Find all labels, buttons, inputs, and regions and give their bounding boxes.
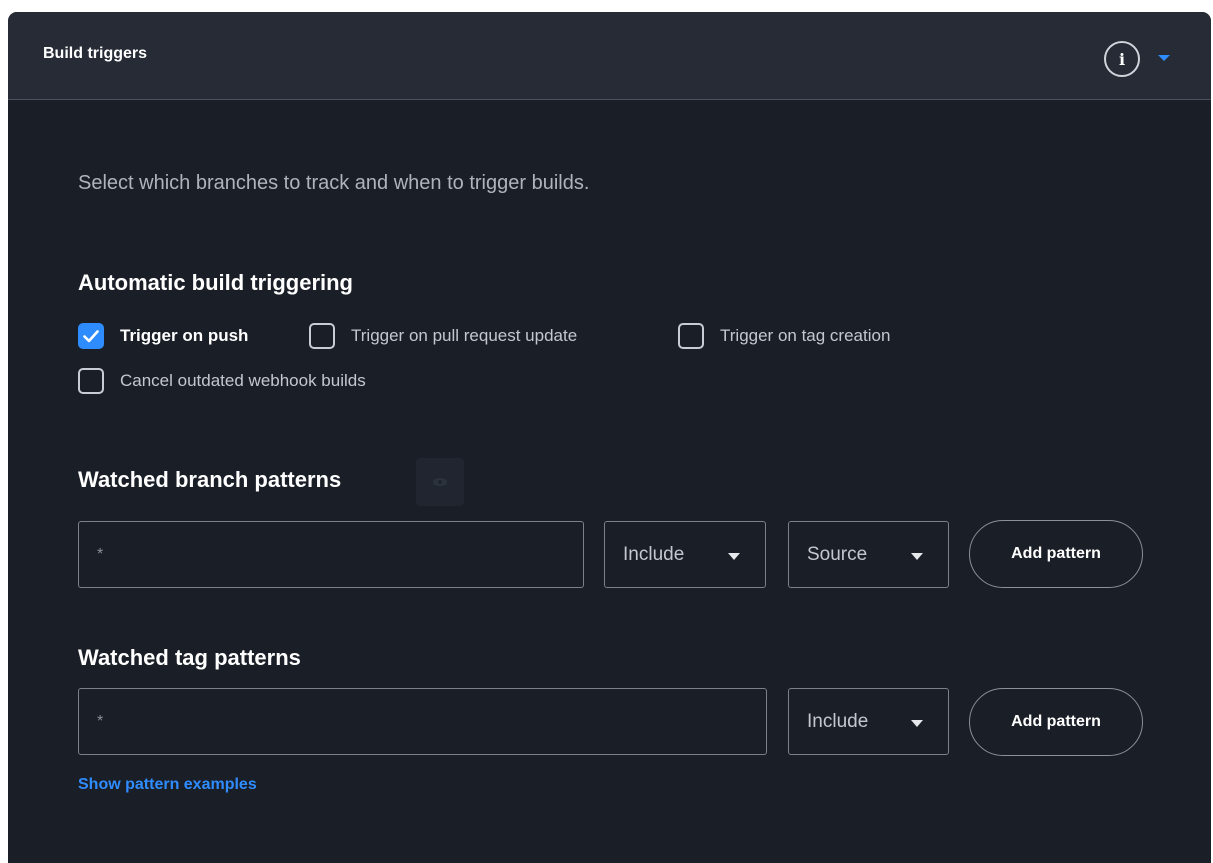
checkbox-checked-icon[interactable] — [78, 323, 104, 349]
select-value: Include — [807, 710, 869, 732]
caret-down-icon — [728, 553, 740, 560]
build-triggers-panel: Build triggers i Select which branches t… — [8, 12, 1211, 863]
select-value: Include — [623, 543, 685, 565]
intro-text: Select which branches to track and when … — [78, 172, 590, 194]
trigger-on-tag-creation-checkbox[interactable]: Trigger on tag creation — [678, 323, 890, 349]
eye-icon[interactable] — [416, 458, 464, 506]
trigger-on-pull-request-checkbox[interactable]: Trigger on pull request update — [309, 323, 577, 349]
chevron-down-icon[interactable] — [1158, 55, 1170, 61]
checkbox-empty-icon[interactable] — [78, 368, 104, 394]
tag-include-select[interactable]: Include — [788, 688, 949, 755]
branch-source-select[interactable]: Source — [788, 521, 949, 588]
checkbox-label: Trigger on tag creation — [720, 326, 891, 345]
show-pattern-examples-link[interactable]: Show pattern examples — [78, 776, 257, 794]
checkbox-label: Trigger on pull request update — [351, 326, 578, 345]
panel-title: Build triggers — [43, 45, 148, 62]
caret-down-icon — [911, 720, 923, 727]
branch-pattern-input[interactable] — [78, 521, 584, 588]
tag-pattern-input[interactable] — [78, 688, 767, 755]
tag-patterns-title: Watched tag patterns — [78, 645, 301, 670]
branch-include-select[interactable]: Include — [604, 521, 766, 588]
info-icon[interactable]: i — [1104, 41, 1140, 77]
automatic-triggering-title: Automatic build triggering — [78, 270, 353, 295]
select-value: Source — [807, 543, 868, 565]
checkbox-label: Cancel outdated webhook builds — [120, 371, 366, 390]
add-branch-pattern-button[interactable]: Add pattern — [969, 520, 1143, 588]
caret-down-icon — [911, 553, 923, 560]
cancel-outdated-builds-checkbox[interactable]: Cancel outdated webhook builds — [78, 368, 366, 394]
panel-header[interactable]: Build triggers i — [8, 12, 1211, 100]
checkbox-label: Trigger on push — [120, 326, 249, 345]
branch-patterns-title: Watched branch patterns — [78, 467, 342, 492]
add-tag-pattern-button[interactable]: Add pattern — [969, 688, 1143, 756]
checkbox-empty-icon[interactable] — [678, 323, 704, 349]
trigger-on-push-checkbox[interactable]: Trigger on push — [78, 323, 248, 349]
checkbox-empty-icon[interactable] — [309, 323, 335, 349]
